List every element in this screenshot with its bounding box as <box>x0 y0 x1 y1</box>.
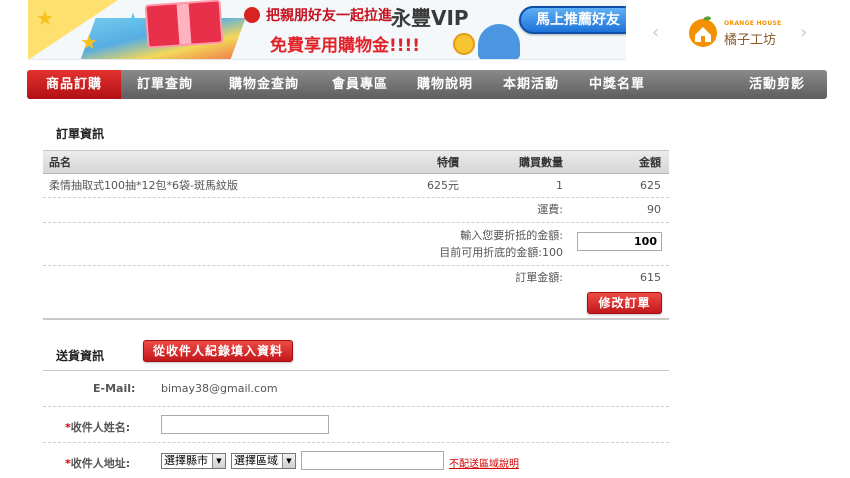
chevron-down-icon: ▼ <box>282 454 295 468</box>
email-value: bimay38@gmail.com <box>161 382 278 395</box>
county-select[interactable]: 選擇縣市 ▼ <box>161 453 226 469</box>
recipient-name-row: *收件人姓名: <box>43 407 669 443</box>
nav-item-credit-query[interactable]: 購物金查詢 <box>209 70 319 99</box>
nav-item-events[interactable]: 本期活動 <box>489 70 573 99</box>
orange-house-logo-icon <box>689 16 717 47</box>
email-row: E-Mail: bimay38@gmail.com <box>43 371 669 407</box>
nav-item-order[interactable]: 商品訂購 <box>27 70 121 99</box>
shipping-info-title: 送貨資訊 <box>56 349 105 363</box>
available-discount-label: 目前可用折底的金額:100 <box>439 246 563 259</box>
recommend-friend-button[interactable]: 馬上推薦好友 <box>519 6 626 34</box>
brand-name-en: ORANGE HOUSE <box>724 20 782 27</box>
gift-box-image <box>144 0 224 49</box>
discount-row: 輸入您要折抵的金額: 目前可用折底的金額:100 <box>43 223 669 266</box>
item-price: 625元 <box>427 179 459 192</box>
mascot-image <box>478 24 520 59</box>
column-header-amount: 金額 <box>639 156 661 169</box>
item-name: 柔情抽取式100抽*12包*6袋-斑馬紋版 <box>49 179 238 192</box>
item-amount: 625 <box>640 179 661 192</box>
district-select[interactable]: 選擇區域 ▼ <box>231 453 296 469</box>
district-select-value: 選擇區域 <box>234 454 278 467</box>
star-icon: ★ <box>36 6 54 30</box>
order-total-row: 訂單金額: 615 <box>43 266 669 290</box>
nav-item-order-query[interactable]: 訂單查詢 <box>121 70 209 99</box>
prev-arrow-icon[interactable]: ‹ <box>652 22 659 43</box>
no-delivery-area-link[interactable]: 不配送區域說明 <box>449 455 519 470</box>
modify-order-button[interactable]: 修改訂單 <box>587 292 662 314</box>
nav-item-shopping-guide[interactable]: 購物說明 <box>401 70 489 99</box>
main-nav: 商品訂購 訂單查詢 購物金查詢 會員專區 購物說明 本期活動 中獎名單 活動剪影 <box>27 70 827 99</box>
star-icon: ★ <box>80 30 98 54</box>
banner-subline: 免費享用購物金!!!! <box>270 36 421 56</box>
banner-vip-text: 永豐VIP <box>391 6 469 30</box>
shipping-fee-row: 運費: 90 <box>43 198 669 223</box>
chevron-down-icon: ▼ <box>212 454 225 468</box>
brand-name-zh: 橘子工坊 <box>724 33 777 48</box>
column-header-price: 特價 <box>437 156 459 169</box>
recipient-name-label-text: 收件人姓名: <box>70 421 131 434</box>
coin-icon <box>453 33 475 55</box>
address-input[interactable] <box>301 451 444 470</box>
shipping-fee-value: 90 <box>647 203 661 216</box>
recipient-address-label-text: 收件人地址: <box>70 457 131 470</box>
order-info-title: 訂單資訊 <box>56 127 105 141</box>
discount-label: 輸入您要折抵的金額: <box>460 229 563 242</box>
nav-item-gallery[interactable]: 活動剪影 <box>661 70 827 99</box>
next-arrow-icon[interactable]: › <box>800 22 807 43</box>
item-qty: 1 <box>556 179 563 192</box>
order-total-value: 615 <box>640 271 661 284</box>
order-table-header: 品名 特價 購買數量 金額 <box>43 150 669 174</box>
apple-icon <box>244 7 260 23</box>
county-select-value: 選擇縣市 <box>164 454 208 467</box>
star-icon: ★ <box>124 8 142 32</box>
section-divider <box>43 318 669 320</box>
order-total-label: 訂單金額: <box>515 271 563 284</box>
table-row: 柔情抽取式100抽*12包*6袋-斑馬紋版 625元 1 625 <box>43 174 669 198</box>
column-header-qty: 購買數量 <box>519 156 563 169</box>
recipient-address-label: *收件人地址: <box>65 455 130 471</box>
column-header-name: 品名 <box>49 156 71 169</box>
fill-from-recipient-history-button[interactable]: 從收件人紀錄填入資料 <box>143 340 293 362</box>
shipping-fee-label: 運費: <box>537 203 563 216</box>
promo-banner[interactable]: ★ ★ ★ 把親朋好友一起拉進 永豐VIP 免費享用購物金!!!! 馬上推薦好友 <box>28 0 626 60</box>
recipient-name-label: *收件人姓名: <box>65 419 130 435</box>
recipient-address-row: *收件人地址: 選擇縣市 ▼ 選擇區域 ▼ 不配送區域說明 <box>43 443 669 478</box>
banner-headline: 把親朋好友一起拉進 <box>266 8 392 24</box>
order-table: 品名 特價 購買數量 金額 柔情抽取式100抽*12包*6袋-斑馬紋版 625元… <box>43 150 669 290</box>
discount-amount-input[interactable] <box>577 232 662 251</box>
email-label: E-Mail: <box>93 382 136 395</box>
recipient-name-input[interactable] <box>161 415 329 434</box>
nav-item-member[interactable]: 會員專區 <box>319 70 401 99</box>
nav-item-winners[interactable]: 中獎名單 <box>573 70 661 99</box>
